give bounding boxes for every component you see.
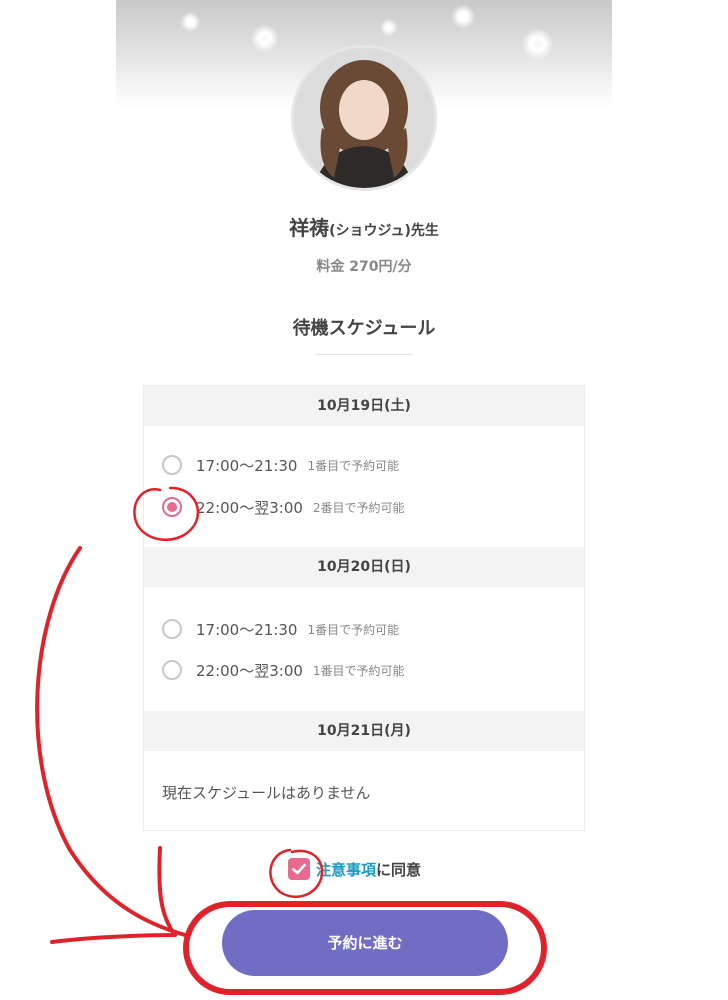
teacher-portrait-image (294, 48, 434, 188)
teacher-avatar (291, 45, 437, 191)
radio-button[interactable] (162, 455, 182, 475)
slot-time: 17:00〜21:30 (196, 620, 298, 639)
slot-time: 22:00〜翌3:00 (196, 498, 303, 517)
title-divider (316, 354, 412, 355)
slot-availability: 1番目で予約可能 (307, 622, 400, 637)
radio-button[interactable] (162, 619, 182, 639)
teacher-honorific: 先生 (410, 223, 439, 239)
day-header: 10月21日(月) (144, 711, 584, 751)
no-schedule-message: 現在スケジュールはありません (162, 784, 371, 802)
day-header: 10月19日(土) (144, 386, 584, 426)
agreement-row: 注意事項 に同意 (288, 858, 421, 880)
teacher-name: 祥祷(ショウジュ)先生 (0, 212, 728, 241)
agreement-checkbox[interactable] (288, 858, 310, 880)
schedule-panel: 10月19日(土) 17:00〜21:30 1番目で予約可能 22:00〜翌3:… (143, 385, 585, 831)
schedule-slot[interactable]: 22:00〜翌3:00 1番目で予約可能 (162, 657, 405, 683)
schedule-slot[interactable]: 17:00〜21:30 1番目で予約可能 (162, 452, 399, 478)
teacher-name-text: 祥祷 (289, 216, 330, 240)
proceed-reservation-button[interactable]: 予約に進む (222, 910, 508, 976)
day-header: 10月20日(日) (144, 547, 584, 587)
schedule-slot[interactable]: 17:00〜21:30 1番目で予約可能 (162, 616, 399, 642)
teacher-name-kana: (ショウジュ) (329, 223, 411, 239)
slot-availability: 1番目で予約可能 (312, 663, 405, 678)
checkmark-icon (292, 863, 306, 875)
slot-time: 22:00〜翌3:00 (196, 661, 303, 680)
slot-availability: 2番目で予約可能 (312, 500, 405, 515)
radio-button-selected[interactable] (162, 497, 182, 517)
agreement-text: に同意 (376, 860, 422, 879)
schedule-title: 待機スケジュール (292, 318, 436, 339)
schedule-slot[interactable]: 22:00〜翌3:00 2番目で予約可能 (162, 494, 405, 520)
notes-link[interactable]: 注意事項 (316, 859, 376, 880)
price-label: 料金 270円/分 (316, 259, 412, 275)
slot-time: 17:00〜21:30 (196, 456, 298, 475)
radio-button[interactable] (162, 660, 182, 680)
slot-availability: 1番目で予約可能 (307, 458, 400, 473)
arrow-head (50, 846, 177, 944)
